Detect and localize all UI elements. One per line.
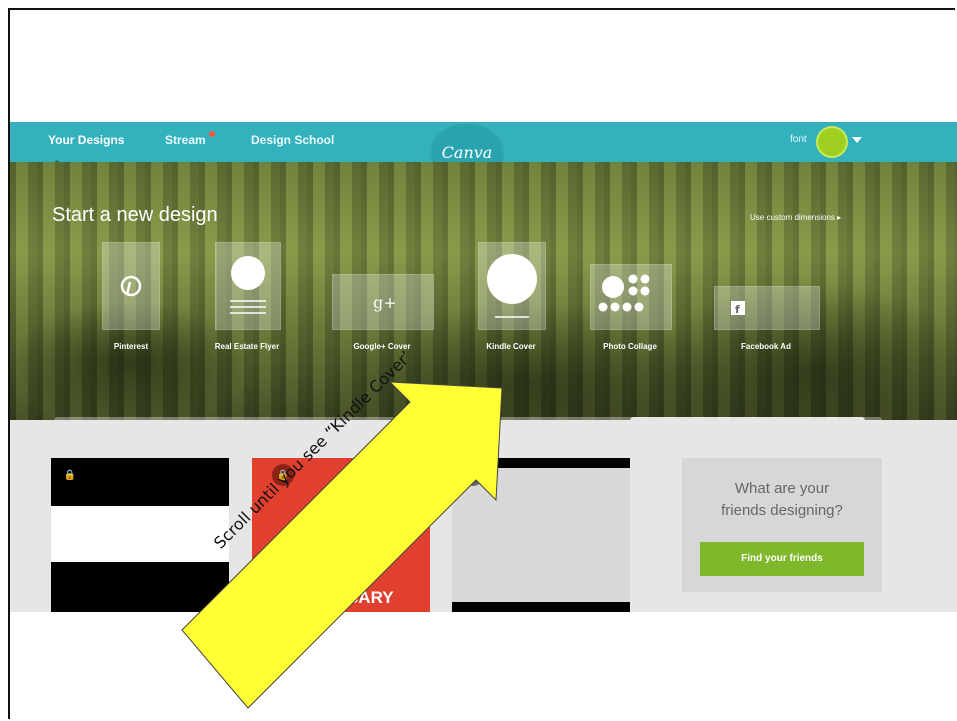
friends-title-line2: friends designing? [721,502,843,519]
design-tile-google-plus-cover[interactable]: g+ [332,274,434,330]
design-tile-real-estate-flyer[interactable] [215,242,281,330]
find-friends-button[interactable]: Find your friends [700,542,864,576]
collage-icon [598,274,650,312]
avatar[interactable] [816,126,848,158]
custom-dimensions-link[interactable]: Use custom dimensions ▸ [750,213,841,222]
design-tile-facebook-ad[interactable]: f [714,286,820,330]
card-body [452,468,630,602]
kindle-cover-icon [487,254,537,318]
facebook-icon: f [731,301,745,316]
nav-your-designs[interactable]: Your Designs [48,133,124,147]
google-plus-icon: g+ [373,293,397,312]
tile-label: Facebook Ad [741,342,791,351]
friends-panel-title: What are your friends designing? [682,478,882,522]
notification-dot [209,131,215,137]
chevron-down-icon[interactable] [852,137,862,143]
friends-panel: What are your friends designing? Find yo… [682,458,882,592]
pinterest-icon [120,275,142,297]
svg-text:f: f [735,303,740,316]
nav-design-school[interactable]: Design School [251,133,334,147]
tile-label: Google+ Cover [353,342,411,351]
design-tile-pinterest[interactable] [102,242,160,330]
tile-label: Kindle Cover [486,342,536,351]
tile-label: Pinterest [113,342,149,351]
tile-label: Real Estate Flyer [214,342,280,351]
flyer-icon [230,256,266,314]
design-card[interactable]: 🔒 WONDERFUL VERSARY [252,458,430,612]
design-tile-photo-collage[interactable] [590,264,672,330]
hero-title: Start a new design [52,204,218,226]
nav-stream[interactable]: Stream [165,133,206,147]
lock-icon: 🔒 [63,469,77,481]
user-name[interactable]: font [790,134,807,145]
card-stripe [51,506,229,562]
card-subtitle: WONDERFUL [313,566,369,573]
start-new-design-hero: Start a new design Use custom dimensions… [10,162,957,424]
lock-icon: 🔒 [462,464,484,486]
top-nav: Your Designs Stream Design School Canva … [10,122,957,180]
design-tile-kindle-cover[interactable] [478,242,546,330]
lock-icon: 🔒 [272,464,294,486]
canva-screenshot: Your Designs Stream Design School Canva … [10,122,957,612]
design-card[interactable]: 🔒 [452,458,630,612]
svg-text:g+: g+ [373,293,397,312]
tile-label: Photo Collage [603,342,657,351]
design-card[interactable]: 🔒 [51,458,229,612]
friends-title-line1: What are your [734,480,830,497]
card-title: VERSARY [312,588,394,607]
your-designs-area: 🔒 🔒 WONDERFUL VERSARY 🔒 What are your fr… [10,420,957,612]
